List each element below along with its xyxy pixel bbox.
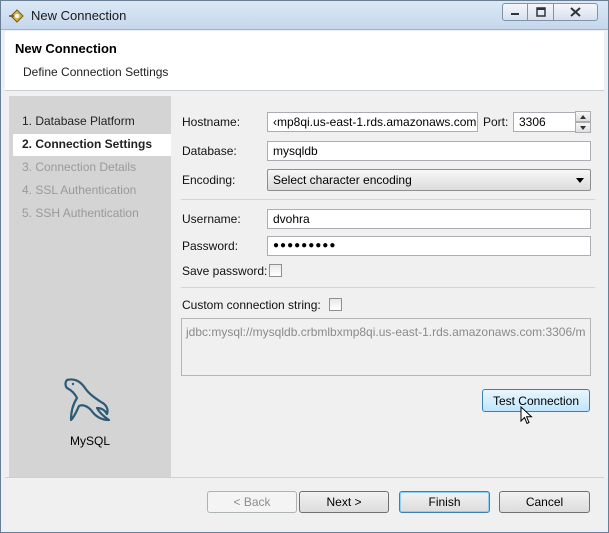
- steps-panel: 1. Database Platform 2. Connection Setti…: [9, 96, 171, 477]
- header-subtitle: Define Connection Settings: [23, 65, 169, 79]
- custom-string-checkbox[interactable]: [329, 298, 342, 311]
- next-button[interactable]: Next >: [299, 491, 389, 513]
- database-input[interactable]: mysqldb: [267, 141, 591, 161]
- step-connection-details: 3. Connection Details: [22, 160, 137, 174]
- password-label: Password:: [182, 239, 239, 253]
- test-connection-button[interactable]: Test Connection: [482, 389, 590, 412]
- step-database-platform[interactable]: 1. Database Platform: [22, 114, 135, 128]
- wizard-header: New Connection Define Connection Setting…: [5, 31, 604, 91]
- cancel-button[interactable]: Cancel: [499, 491, 590, 513]
- step-ssl-authentication: 4. SSL Authentication: [22, 183, 137, 197]
- wizard-footer: < Back Next > Finish Cancel: [5, 477, 604, 529]
- encoding-label: Encoding:: [182, 173, 236, 187]
- header-title: New Connection: [15, 41, 117, 56]
- step-ssh-authentication: 5. SSH Authentication: [22, 206, 139, 220]
- encoding-select[interactable]: Select character encoding: [267, 169, 591, 191]
- minimize-icon: [511, 13, 519, 15]
- chevron-up-icon: [580, 115, 586, 119]
- custom-string-label: Custom connection string:: [182, 298, 321, 312]
- connection-settings-form: Hostname: ‹mp8qi.us-east-1.rds.amazonaws…: [171, 96, 604, 477]
- step-connection-settings[interactable]: 2. Connection Settings: [13, 134, 171, 156]
- port-spinner[interactable]: [575, 111, 591, 133]
- close-button[interactable]: [554, 3, 598, 21]
- mouse-cursor-icon: [520, 406, 533, 425]
- wizard-content: 1. Database Platform 2. Connection Setti…: [5, 92, 604, 477]
- separator: [181, 287, 595, 288]
- save-password-label: Save password:: [182, 264, 268, 278]
- platform-label: MySQL: [69, 434, 110, 448]
- port-label: Port:: [483, 115, 509, 129]
- chevron-down-icon: [576, 178, 584, 183]
- port-decrement-button[interactable]: [575, 122, 591, 133]
- password-input[interactable]: ●●●●●●●●●: [267, 236, 591, 256]
- minimize-button[interactable]: [502, 3, 528, 21]
- maximize-icon: [535, 7, 546, 17]
- port-input[interactable]: 3306: [513, 112, 577, 132]
- hostname-input[interactable]: ‹mp8qi.us-east-1.rds.amazonaws.com: [267, 112, 478, 132]
- new-connection-window: New Connection New Connection Define Con…: [0, 0, 609, 533]
- custom-connection-string-textarea: jdbc:mysql://mysqldb.crbmlbxmp8qi.us-eas…: [181, 318, 591, 376]
- close-icon: [570, 7, 581, 17]
- encoding-select-value: Select character encoding: [273, 173, 412, 187]
- chevron-down-icon: [580, 126, 586, 130]
- window-title: New Connection: [31, 8, 127, 23]
- save-password-checkbox[interactable]: [269, 264, 282, 277]
- finish-button[interactable]: Finish: [399, 491, 490, 513]
- port-increment-button[interactable]: [575, 111, 591, 122]
- mysql-dolphin-icon: [64, 378, 111, 422]
- back-button[interactable]: < Back: [207, 491, 297, 513]
- hostname-label: Hostname:: [182, 115, 241, 129]
- maximize-button[interactable]: [528, 3, 554, 21]
- database-label: Database:: [182, 144, 237, 158]
- app-icon: [9, 9, 24, 23]
- username-input[interactable]: dvohra: [267, 209, 591, 229]
- title-bar[interactable]: New Connection: [1, 1, 608, 30]
- separator: [181, 199, 595, 200]
- username-label: Username:: [182, 212, 241, 226]
